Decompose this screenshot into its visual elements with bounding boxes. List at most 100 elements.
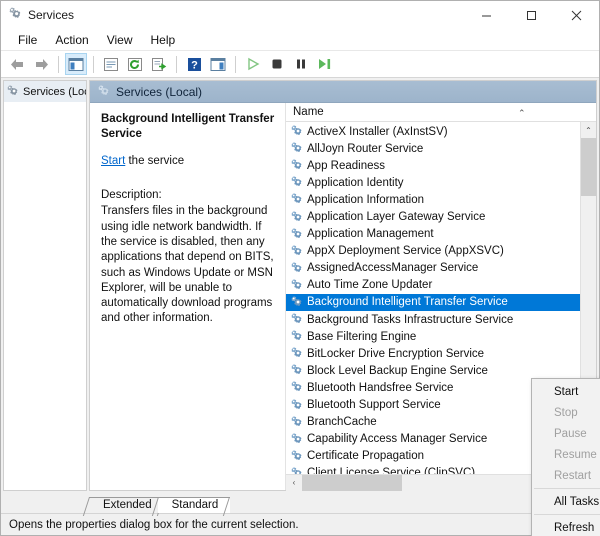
window-controls — [464, 1, 599, 29]
context-menu-item-stop: Stop — [532, 402, 600, 423]
window-title: Services — [28, 8, 75, 22]
service-row[interactable]: Application Management — [286, 226, 580, 243]
menu-bar: File Action View Help — [1, 29, 599, 51]
toolbar-separator — [58, 55, 59, 73]
service-name-label: Background Tasks Infrastructure Service — [307, 313, 514, 326]
service-name-label: Client License Service (ClipSVC) — [307, 467, 476, 474]
title-bar: Services — [1, 1, 599, 29]
forward-icon[interactable] — [30, 53, 52, 75]
service-gear-icon — [291, 227, 303, 242]
menu-file[interactable]: File — [9, 31, 46, 49]
toolbar-separator — [176, 55, 177, 73]
service-row[interactable]: Application Identity — [286, 174, 580, 191]
service-name-label: Capability Access Manager Service — [307, 433, 488, 446]
service-row[interactable]: Background Intelligent Transfer Service — [286, 293, 580, 312]
service-row[interactable]: AssignedAccessManager Service — [286, 260, 580, 277]
properties-icon[interactable] — [100, 53, 122, 75]
context-menu-item-all-tasks[interactable]: All Tasks› — [532, 491, 600, 512]
service-row[interactable]: AppX Deployment Service (AppXSVC) — [286, 243, 580, 260]
tab-standard-label: Standard — [171, 499, 219, 511]
service-name-label: Application Identity — [307, 176, 404, 189]
service-name-label: Application Management — [307, 228, 434, 241]
context-menu-item-label: Start — [554, 385, 579, 398]
service-name-label: Application Layer Gateway Service — [307, 211, 486, 224]
context-menu-separator — [534, 488, 600, 489]
context-menu-separator — [534, 514, 600, 515]
context-menu-item-label: Restart — [554, 469, 592, 482]
back-icon[interactable] — [6, 53, 28, 75]
service-row[interactable]: ActiveX Installer (AxInstSV) — [286, 123, 580, 140]
window-body: Services (Loca Services (Local) Backgrou… — [1, 78, 600, 536]
service-row[interactable]: Application Layer Gateway Service — [286, 208, 580, 225]
gears-icon — [9, 6, 22, 24]
export-list-icon[interactable] — [148, 53, 170, 75]
service-name-label: Background Intelligent Transfer Service — [307, 296, 508, 309]
vertical-scroll-thumb[interactable] — [580, 138, 596, 196]
pane-header-label: Services (Local) — [116, 84, 203, 99]
help-icon[interactable]: ? — [183, 53, 205, 75]
service-row[interactable]: Block Level Backup Engine Service — [286, 362, 580, 379]
service-row[interactable]: AllJoyn Router Service — [286, 140, 580, 157]
service-gear-icon — [291, 466, 303, 474]
menu-help[interactable]: Help — [142, 31, 185, 49]
refresh-icon[interactable] — [124, 53, 146, 75]
service-name-label: Bluetooth Handsfree Service — [307, 381, 454, 394]
service-row[interactable]: Base Filtering Engine — [286, 328, 580, 345]
context-menu-item-start[interactable]: Start — [532, 381, 600, 402]
menu-view[interactable]: View — [98, 31, 142, 49]
context-menu-item-label: Resume — [554, 448, 597, 461]
service-row[interactable]: BitLocker Drive Encryption Service — [286, 345, 580, 362]
sort-ascending-icon: ⌃ — [518, 108, 526, 118]
service-row[interactable]: Background Tasks Infrastructure Service — [286, 311, 580, 328]
pane-header: Services (Local) — [90, 81, 596, 103]
service-gear-icon — [291, 124, 303, 139]
gears-icon — [98, 83, 110, 101]
stop-service-icon[interactable] — [266, 53, 288, 75]
context-menu-item-restart: Restart — [532, 465, 600, 486]
tree-node-services-local[interactable]: Services (Loca — [4, 81, 86, 102]
show-hide-action-pane-icon[interactable] — [207, 53, 229, 75]
service-gear-icon — [291, 346, 303, 361]
service-gear-icon — [291, 175, 303, 190]
svg-text:?: ? — [191, 59, 198, 71]
service-name-label: AppX Deployment Service (AppXSVC) — [307, 245, 504, 258]
scroll-up-button[interactable]: ⌃ — [580, 122, 596, 138]
service-gear-icon — [291, 244, 303, 259]
service-row[interactable]: Auto Time Zone Updater — [286, 277, 580, 294]
context-menu-item-label: Pause — [554, 427, 587, 440]
service-row[interactable]: App Readiness — [286, 157, 580, 174]
service-name-label: App Readiness — [307, 159, 385, 172]
service-gear-icon — [291, 261, 303, 276]
menu-action[interactable]: Action — [46, 31, 97, 49]
list-column-header[interactable]: Name ⌃ — [286, 103, 596, 122]
content-pane: Services (Local) Background Intelligent … — [89, 80, 600, 536]
service-gear-icon — [291, 210, 303, 225]
status-bar: Opens the properties dialog box for the … — [1, 513, 599, 535]
horizontal-scroll-track[interactable] — [302, 474, 564, 491]
service-gear-icon — [291, 363, 303, 378]
minimize-button[interactable] — [464, 1, 509, 29]
toolbar-separator — [93, 55, 94, 73]
context-menu-item-refresh[interactable]: Refresh — [532, 517, 600, 536]
horizontal-scroll-thumb[interactable] — [302, 474, 402, 491]
service-row[interactable]: Application Information — [286, 191, 580, 208]
context-menu-item-label: All Tasks — [554, 495, 600, 508]
show-hide-console-tree-icon[interactable] — [65, 53, 87, 75]
description-label: Description: — [101, 189, 162, 202]
tab-standard[interactable]: Standard — [157, 497, 231, 513]
context-menu-item-resume: Resume — [532, 444, 600, 465]
start-service-link[interactable]: Start — [101, 155, 125, 167]
pause-service-icon[interactable] — [290, 53, 312, 75]
scroll-left-button[interactable]: ‹ — [286, 474, 302, 491]
service-name-label: Block Level Backup Engine Service — [307, 364, 488, 377]
service-details-panel: Background Intelligent Transfer Service … — [90, 103, 286, 490]
service-name-label: Certificate Propagation — [307, 450, 424, 463]
column-header-name: Name — [293, 106, 324, 118]
maximize-button[interactable] — [509, 1, 554, 29]
restart-service-icon[interactable] — [314, 53, 336, 75]
service-name-label: Bluetooth Support Service — [307, 399, 441, 412]
service-gear-icon — [291, 398, 303, 413]
start-service-icon[interactable] — [242, 53, 264, 75]
service-name-label: AssignedAccessManager Service — [307, 262, 479, 275]
close-button[interactable] — [554, 1, 599, 29]
